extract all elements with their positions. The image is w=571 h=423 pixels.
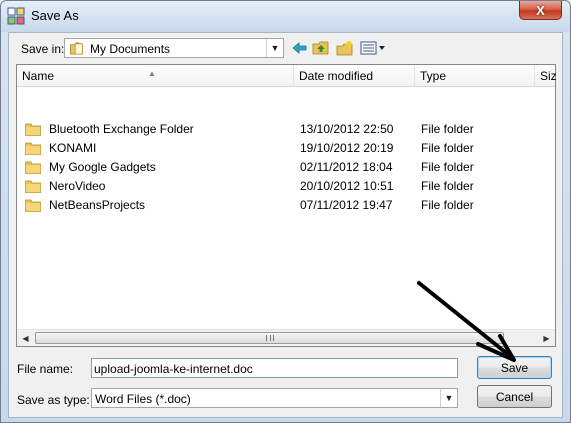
save-in-label: Save in:	[21, 42, 65, 56]
column-header-name[interactable]: Name ▲	[17, 65, 294, 87]
file-date: 07/11/2012 19:47	[300, 198, 393, 212]
file-name: Bluetooth Exchange Folder	[49, 122, 194, 136]
column-header-date-modified[interactable]: Date modified	[294, 65, 415, 87]
save-in-dropdown[interactable]: My Documents ▼	[64, 38, 284, 58]
close-button[interactable]: X	[519, 1, 562, 20]
cancel-button[interactable]: Cancel	[477, 385, 552, 408]
folder-icon	[25, 180, 41, 193]
column-header-size[interactable]: Size	[535, 65, 557, 87]
file-name-label: File name:	[17, 362, 74, 376]
file-date: 02/11/2012 18:04	[300, 160, 393, 174]
dialog-body: Save in: My Documents ▼ Name ▲ Date modi…	[8, 32, 563, 418]
list-item[interactable]: My Google Gadgets 02/11/2012 18:04 File …	[17, 158, 555, 177]
chevron-down-icon[interactable]: ▼	[440, 389, 457, 407]
file-date: 20/10/2012 10:51	[300, 179, 394, 193]
list-item[interactable]: Bluetooth Exchange Folder 13/10/2012 22:…	[17, 120, 555, 139]
file-date: 19/10/2012 20:19	[300, 141, 394, 155]
title-bar[interactable]: Save As X	[1, 1, 570, 32]
list-item[interactable]: NeroVideo 20/10/2012 10:51 File folder	[17, 177, 555, 196]
folder-icon	[25, 142, 41, 155]
file-name-field[interactable]: upload-joomla-ke-internet.doc	[91, 358, 458, 378]
file-type: File folder	[421, 179, 474, 193]
scroll-right-icon[interactable]: ▶	[538, 330, 555, 346]
new-folder-icon[interactable]	[336, 40, 354, 56]
scrollbar-thumb[interactable]	[35, 332, 504, 344]
save-as-dialog: Save As X Save in: My Documents ▼ Name ▲…	[0, 0, 571, 423]
list-item[interactable]: KONAMI 19/10/2012 20:19 File folder	[17, 139, 555, 158]
file-type: File folder	[421, 198, 474, 212]
file-name-value: upload-joomla-ke-internet.doc	[94, 362, 253, 376]
save-as-type-label: Save as type:	[17, 393, 90, 407]
file-list-header: Name ▲ Date modified Type Size	[17, 65, 557, 87]
window-title: Save As	[31, 8, 79, 23]
grip-icon	[265, 335, 274, 341]
save-as-type-dropdown[interactable]: Word Files (*.doc) ▼	[91, 388, 458, 408]
list-item[interactable]: NetBeansProjects 07/11/2012 19:47 File f…	[17, 196, 555, 215]
folder-icon	[25, 199, 41, 212]
column-header-type[interactable]: Type	[415, 65, 535, 87]
chevron-down-icon[interactable]: ▼	[266, 39, 283, 57]
up-folder-icon[interactable]	[312, 40, 330, 56]
folder-icon	[25, 161, 41, 174]
save-as-type-value: Word Files (*.doc)	[95, 392, 191, 406]
file-date: 13/10/2012 22:50	[300, 122, 394, 136]
file-name: My Google Gadgets	[49, 160, 156, 174]
back-icon[interactable]	[291, 40, 309, 56]
folder-icon	[25, 123, 41, 136]
file-type: File folder	[421, 160, 474, 174]
file-name: NeroVideo	[49, 179, 106, 193]
save-in-value: My Documents	[90, 42, 171, 56]
file-name: NetBeansProjects	[49, 198, 146, 212]
file-list[interactable]: Name ▲ Date modified Type Size Bluetooth…	[16, 64, 557, 347]
app-icon	[7, 7, 25, 25]
views-menu-icon[interactable]	[360, 40, 386, 56]
scroll-left-icon[interactable]: ◀	[17, 330, 34, 346]
horizontal-scrollbar[interactable]: ◀ ▶	[17, 329, 555, 346]
file-type: File folder	[421, 122, 474, 136]
save-button[interactable]: Save	[477, 356, 552, 379]
folder-icon	[70, 42, 83, 55]
sort-ascending-icon: ▲	[148, 69, 156, 78]
file-name: KONAMI	[49, 141, 97, 155]
close-icon: X	[536, 2, 545, 18]
file-type: File folder	[421, 141, 474, 155]
